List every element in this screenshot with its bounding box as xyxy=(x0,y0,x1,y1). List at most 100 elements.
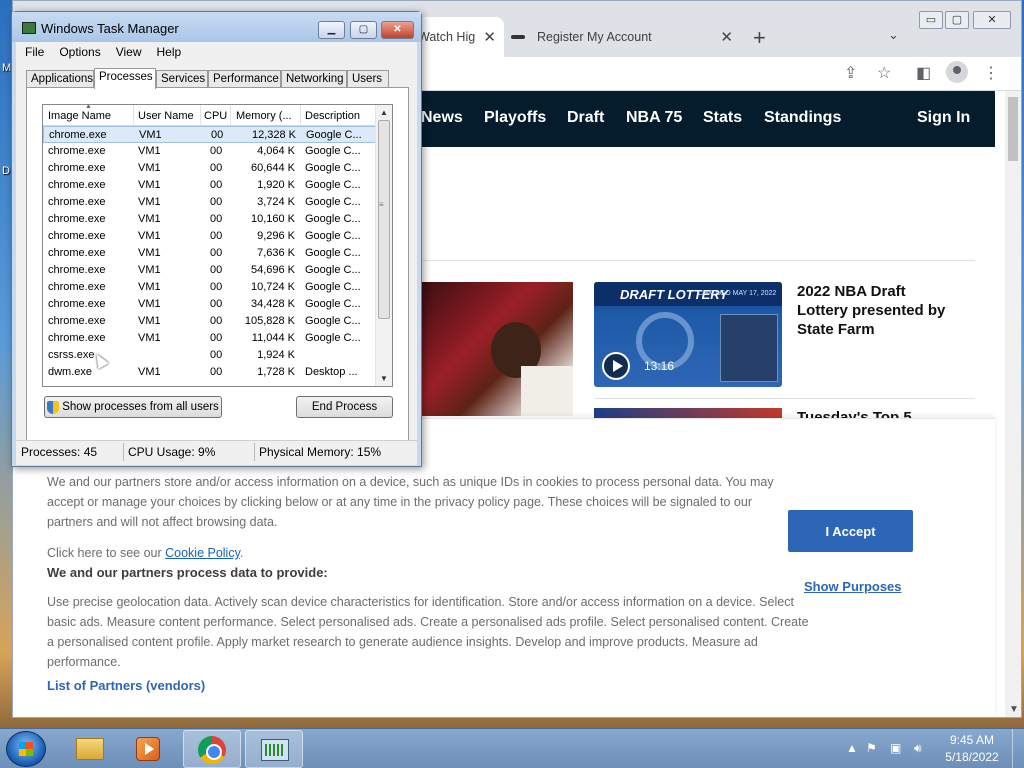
page-scrollbar[interactable]: ▼ xyxy=(1005,91,1021,717)
media-player-icon xyxy=(136,737,160,761)
taskbar-media-player[interactable] xyxy=(120,730,178,768)
col-image-name[interactable]: Image Name xyxy=(48,110,133,122)
article-photo[interactable] xyxy=(421,282,573,416)
scroll-down-icon[interactable]: ▼ xyxy=(380,374,388,383)
article-thumbnail[interactable] xyxy=(594,408,782,418)
star-icon[interactable]: ☆ xyxy=(877,63,891,83)
table-row[interactable]: chrome.exe VM1 00 10,160 K Google C... xyxy=(43,211,376,228)
cookie-policy-link[interactable]: Cookie Policy xyxy=(165,546,240,560)
close-button[interactable]: ✕ xyxy=(381,21,414,39)
table-row[interactable]: chrome.exe VM1 00 105,828 K Google C... xyxy=(43,313,376,330)
table-row[interactable]: chrome.exe VM1 00 4,064 K Google C... xyxy=(43,143,376,160)
menu-file[interactable]: File xyxy=(25,45,44,59)
taskbar-explorer[interactable] xyxy=(60,730,118,768)
nav-news[interactable]: News xyxy=(421,109,463,127)
col-cpu[interactable]: CPU xyxy=(204,110,230,122)
play-icon[interactable] xyxy=(602,352,630,380)
show-all-processes-button[interactable]: Show processes from all users xyxy=(44,396,222,418)
title-bar[interactable]: Windows Task Manager ▁ ▢ ✕ xyxy=(12,12,421,42)
process-list[interactable]: ▲ Image Name User Name CPU Memory (... D… xyxy=(42,104,393,387)
tab-close-icon[interactable]: ✕ xyxy=(720,28,733,46)
tab-networking[interactable]: Networking xyxy=(281,70,347,88)
table-row[interactable]: chrome.exe VM1 00 11,044 K Google C... xyxy=(43,330,376,347)
table-row[interactable]: chrome.exe VM1 00 12,328 K Google C... xyxy=(43,126,376,143)
list-scrollbar[interactable]: ▲ ≡ ▼ xyxy=(375,105,392,386)
cell-mem: 34,428 K xyxy=(250,298,295,310)
tab-services[interactable]: Services xyxy=(156,70,208,88)
tab-nba[interactable]: Watch Hig ✕ xyxy=(408,17,504,57)
network-icon[interactable]: ▣ xyxy=(890,741,901,755)
tab-users[interactable]: Users xyxy=(347,70,389,88)
tab-search-chevron-icon[interactable]: ⌄ xyxy=(888,27,899,43)
cell-cpu: 00 xyxy=(210,332,223,344)
accept-button[interactable]: I Accept xyxy=(788,510,913,552)
cell-desc: Google C... xyxy=(305,264,361,276)
cell-user: VM1 xyxy=(138,332,161,344)
table-row[interactable]: chrome.exe VM1 00 54,696 K Google C... xyxy=(43,262,376,279)
clock[interactable]: 9:45 AM 5/18/2022 xyxy=(936,732,1008,766)
scroll-down-icon[interactable]: ▼ xyxy=(1009,704,1019,715)
show-desktop-button[interactable] xyxy=(1012,729,1024,768)
nav-standings[interactable]: Standings xyxy=(764,109,841,127)
cell-user: VM1 xyxy=(139,129,162,141)
nav-stats[interactable]: Stats xyxy=(703,109,742,127)
article-headline[interactable]: Tuesday's Top 5 xyxy=(797,408,912,418)
maximize-button[interactable]: ▢ xyxy=(945,11,969,29)
taskbar-chrome[interactable] xyxy=(183,730,241,768)
sidebar-icon[interactable]: ◧ xyxy=(916,63,931,83)
cell-mem: 54,696 K xyxy=(250,264,295,276)
cell-cpu: 00 xyxy=(210,366,223,378)
scrollbar-thumb[interactable] xyxy=(1008,97,1018,161)
video-thumbnail[interactable]: DRAFT LOTTERY CHICAGO MAY 17, 2022 13:16 xyxy=(594,282,782,387)
profile-icon[interactable] xyxy=(946,61,968,83)
show-hidden-icons[interactable]: ▲ xyxy=(846,741,858,755)
start-button[interactable] xyxy=(6,731,46,767)
cell-desc: Google C... xyxy=(305,213,361,225)
show-purposes-link[interactable]: Show Purposes xyxy=(804,579,902,594)
sign-in-link[interactable]: Sign In xyxy=(917,109,970,127)
volume-icon[interactable]: 🔊︎ xyxy=(914,741,922,756)
cell-image: chrome.exe xyxy=(48,298,106,310)
share-icon[interactable]: ⇪ xyxy=(844,63,857,83)
menu-view[interactable]: View xyxy=(116,45,142,59)
menu-options[interactable]: Options xyxy=(59,45,100,59)
video-headline[interactable]: 2022 NBA Draft Lottery presented by Stat… xyxy=(797,282,947,339)
table-row[interactable]: chrome.exe VM1 00 7,636 K Google C... xyxy=(43,245,376,262)
table-row[interactable]: dwm.exe VM1 00 1,728 K Desktop ... xyxy=(43,364,376,381)
cell-desc: Google C... xyxy=(305,179,361,191)
taskbar-task-manager[interactable] xyxy=(245,730,303,768)
table-row[interactable]: chrome.exe VM1 00 34,428 K Google C... xyxy=(43,296,376,313)
action-center-icon[interactable]: ⚑ xyxy=(866,741,877,755)
minimize-button[interactable]: ▭ xyxy=(919,11,943,29)
scroll-up-icon[interactable]: ▲ xyxy=(380,108,388,117)
scrollbar-thumb[interactable] xyxy=(378,120,390,319)
tab-performance[interactable]: Performance xyxy=(208,70,281,88)
table-row[interactable]: chrome.exe VM1 00 3,724 K Google C... xyxy=(43,194,376,211)
table-row[interactable]: chrome.exe VM1 00 9,296 K Google C... xyxy=(43,228,376,245)
nav-draft[interactable]: Draft xyxy=(567,109,604,127)
minimize-button[interactable]: ▁ xyxy=(318,21,345,39)
new-tab-button[interactable]: + xyxy=(753,25,766,51)
maximize-button[interactable]: ▢ xyxy=(350,21,377,39)
table-row[interactable]: chrome.exe VM1 00 60,644 K Google C... xyxy=(43,160,376,177)
close-button[interactable]: ✕ xyxy=(973,11,1011,29)
menu-icon[interactable]: ⋮ xyxy=(983,63,999,83)
tab-applications[interactable]: Applications xyxy=(26,70,94,88)
tab-processes[interactable]: Processes xyxy=(94,68,156,89)
cell-desc: Google C... xyxy=(305,298,361,310)
end-process-button[interactable]: End Process xyxy=(296,396,393,418)
table-row[interactable]: chrome.exe VM1 00 1,920 K Google C... xyxy=(43,177,376,194)
task-manager-window: Windows Task Manager ▁ ▢ ✕ File Options … xyxy=(11,11,422,467)
table-row[interactable]: chrome.exe VM1 00 10,724 K Google C... xyxy=(43,279,376,296)
divider xyxy=(423,260,975,261)
tab-close-icon[interactable]: ✕ xyxy=(483,28,496,46)
clock-date: 5/18/2022 xyxy=(945,750,999,764)
nav-playoffs[interactable]: Playoffs xyxy=(484,109,546,127)
col-user-name[interactable]: User Name xyxy=(138,110,200,122)
col-description[interactable]: Description xyxy=(305,110,371,122)
nav-nba75[interactable]: NBA 75 xyxy=(626,109,682,127)
col-memory[interactable]: Memory (... xyxy=(236,110,298,122)
partners-link[interactable]: List of Partners (vendors) xyxy=(47,678,205,693)
tab-register[interactable]: Register My Account ✕ xyxy=(509,17,741,57)
menu-help[interactable]: Help xyxy=(157,45,182,59)
